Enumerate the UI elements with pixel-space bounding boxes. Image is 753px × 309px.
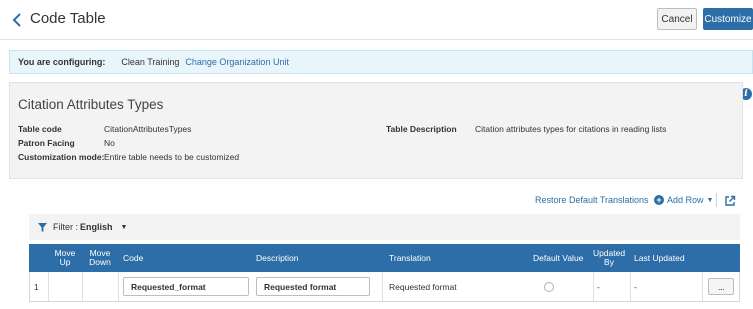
external-link-icon[interactable] <box>724 194 736 206</box>
column-divider <box>702 272 703 301</box>
customization-mode-label: Customization mode: <box>18 152 105 162</box>
configuring-label: You are configuring: <box>18 57 106 67</box>
code-field[interactable]: Requested_format <box>123 277 249 296</box>
toolbar-divider <box>716 193 717 207</box>
table-code-value: CitationAttributesTypes <box>104 124 192 134</box>
table-row: 1 Requested_format Requested format Requ… <box>29 272 740 302</box>
change-organization-link[interactable]: Change Organization Unit <box>185 57 289 67</box>
patron-facing-row: Patron Facing No <box>18 138 115 148</box>
row-actions-button[interactable]: ... <box>708 278 734 295</box>
chevron-down-icon[interactable]: ▼ <box>121 224 128 231</box>
description-field[interactable]: Requested format <box>256 277 370 296</box>
column-header-move-up[interactable]: Move Up <box>49 244 81 272</box>
column-divider <box>382 272 383 301</box>
patron-facing-label: Patron Facing <box>18 138 75 148</box>
cancel-button[interactable]: Cancel <box>657 8 697 30</box>
column-divider <box>593 272 594 301</box>
table-description-value: Citation attributes types for citations … <box>475 124 667 134</box>
details-title: Citation Attributes Types <box>18 97 164 112</box>
table-toolbar: Restore Default Translations + Add Row ▼ <box>0 190 753 212</box>
funnel-icon[interactable] <box>38 222 47 232</box>
add-row-label: Add Row <box>667 195 704 205</box>
chevron-left-icon[interactable] <box>12 12 26 28</box>
configuring-banner: You are configuring: Clean Training Chan… <box>9 50 753 74</box>
column-divider <box>82 272 83 301</box>
filter-language-value[interactable]: English <box>80 222 113 232</box>
table-description-label: Table Description <box>386 124 457 134</box>
column-header-translation[interactable]: Translation <box>389 244 509 272</box>
column-header-move-down[interactable]: Move Down <box>83 244 117 272</box>
table-code-label: Table code <box>18 124 62 134</box>
filter-label: Filter : <box>53 222 79 232</box>
column-header-default-value[interactable]: Default Value <box>533 244 593 272</box>
page-header: Code Table Cancel Customize <box>0 0 753 40</box>
row-index: 1 <box>34 281 39 292</box>
customize-button[interactable]: Customize <box>703 8 753 30</box>
patron-facing-value: No <box>104 138 115 148</box>
table-details-panel: Citation Attributes Types Table code Cita… <box>9 82 743 179</box>
translation-value: Requested format <box>389 281 457 292</box>
column-header-code[interactable]: Code <box>123 244 243 272</box>
column-divider <box>630 272 631 301</box>
organization-name: Clean Training <box>121 57 180 67</box>
code-table: Move Up Move Down Code Description Trans… <box>29 244 740 302</box>
table-description-row: Table Description Citation attributes typ… <box>386 124 666 134</box>
last-updated-value: - <box>634 281 637 292</box>
column-header-description[interactable]: Description <box>256 244 376 272</box>
column-divider <box>48 272 49 301</box>
default-value-radio[interactable] <box>544 282 554 292</box>
filter-bar: Filter : English ▼ <box>29 214 740 240</box>
restore-default-translations-link[interactable]: Restore Default Translations <box>535 195 649 205</box>
add-row-button[interactable]: + Add Row ▼ <box>654 195 713 205</box>
table-header: Move Up Move Down Code Description Trans… <box>29 244 740 272</box>
column-header-updated-by[interactable]: Updated By <box>593 244 625 272</box>
column-divider <box>118 272 119 301</box>
customization-mode-value: Entire table needs to be customized <box>104 152 240 162</box>
customization-mode-row: Customization mode:Entire table needs to… <box>18 152 239 162</box>
table-code-row: Table code CitationAttributesTypes <box>18 124 191 134</box>
chevron-down-icon: ▼ <box>706 196 714 204</box>
column-header-last-updated[interactable]: Last Updated <box>634 244 704 272</box>
plus-circle-icon: + <box>654 195 664 205</box>
page-title: Code Table <box>30 10 106 27</box>
updated-by-value: - <box>597 281 600 292</box>
